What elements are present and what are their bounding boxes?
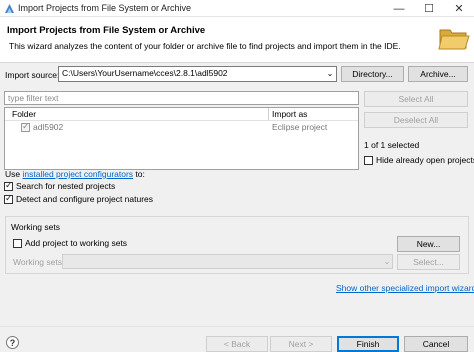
close-icon[interactable]: ✕ [444, 0, 474, 17]
configurators-suffix: to: [133, 169, 145, 179]
installed-configurators-link[interactable]: installed project configurators [22, 169, 133, 179]
folder-icon [438, 24, 470, 52]
chevron-down-icon[interactable]: ⌄ [324, 66, 336, 82]
working-sets-combo[interactable] [62, 254, 393, 269]
selected-count: 1 of 1 selected [364, 140, 420, 150]
window-title: Import Projects from File System or Arch… [18, 3, 192, 13]
new-working-set-button[interactable]: New... [397, 236, 460, 252]
import-source-value: C:\Users\YourUsername\cces\2.8.1\adl5902 [62, 68, 228, 78]
next-button[interactable]: Next > [270, 336, 332, 352]
cancel-button[interactable]: Cancel [404, 336, 468, 352]
minimize-icon[interactable]: — [384, 0, 414, 17]
wizard-title: Import Projects from File System or Arch… [7, 25, 206, 36]
table-cell-folder: adl5902 [33, 122, 64, 132]
footer-separator [0, 326, 474, 327]
filter-placeholder: type filter text [8, 93, 59, 103]
back-button[interactable]: < Back [206, 336, 268, 352]
select-all-button[interactable]: Select All [364, 91, 468, 107]
hide-open-label: Hide already open projects [376, 155, 474, 165]
help-glyph: ? [9, 338, 16, 348]
row-checkbox[interactable] [21, 121, 30, 132]
wizard-header [0, 17, 474, 63]
table-header-divider [268, 108, 269, 120]
hide-open-checkbox[interactable] [364, 156, 373, 165]
detect-natures-checkbox[interactable] [4, 193, 13, 204]
search-nested-label: Search for nested projects [16, 181, 116, 191]
maximize-icon[interactable]: ☐ [414, 0, 444, 17]
detect-natures-label: Detect and configure project natures [16, 194, 154, 204]
working-sets-group-label: Working sets [11, 222, 60, 232]
import-source-label: Import source: [5, 70, 60, 80]
search-nested-checkbox[interactable] [4, 180, 13, 191]
add-to-working-sets-checkbox[interactable] [13, 239, 22, 248]
directory-button[interactable]: Directory... [341, 66, 404, 82]
wizard-description: This wizard analyzes the content of your… [9, 41, 401, 51]
deselect-all-button[interactable]: Deselect All [364, 112, 468, 128]
chevron-down-icon: ⌄ [383, 257, 391, 266]
working-sets-label: Working sets: [13, 257, 65, 267]
help-icon[interactable]: ? [6, 336, 19, 349]
finish-button[interactable]: Finish [337, 336, 399, 352]
archive-button[interactable]: Archive... [408, 66, 468, 82]
filter-input[interactable]: type filter text [4, 91, 359, 105]
configurators-line: Use installed project configurators to: [5, 169, 145, 179]
column-header-folder: Folder [12, 109, 37, 119]
import-source-combo[interactable]: C:\Users\YourUsername\cces\2.8.1\adl5902 [58, 66, 337, 82]
configurators-prefix: Use [5, 169, 23, 179]
table-cell-import-as: Eclipse project [272, 122, 328, 132]
add-to-working-sets-label: Add project to working sets [25, 238, 128, 248]
app-icon [4, 3, 15, 14]
table-header-line [5, 120, 358, 121]
column-header-import-as: Import as [272, 109, 308, 119]
select-working-sets-button[interactable]: Select... [397, 254, 460, 270]
show-specialized-import-link[interactable]: Show other specialized import wizards [336, 283, 474, 293]
